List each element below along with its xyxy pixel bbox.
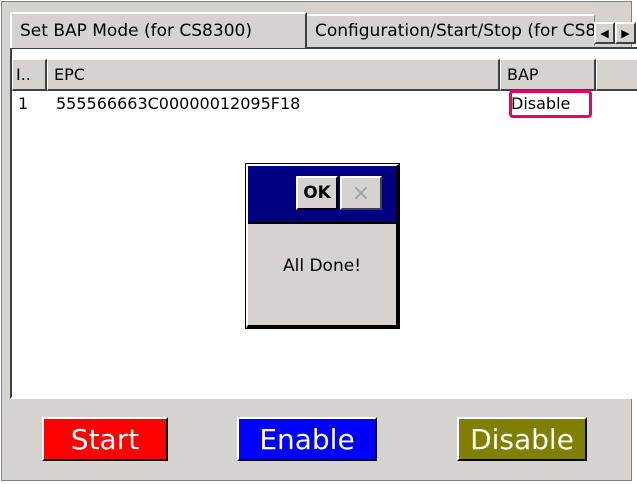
dialog-message: All Done! xyxy=(282,256,362,276)
tab-label: Configuration/Start/Stop (for CS8300) xyxy=(315,21,595,41)
close-icon: × xyxy=(351,180,371,206)
tab-label: Set BAP Mode (for CS8300) xyxy=(20,21,252,41)
close-button[interactable]: × xyxy=(340,176,382,210)
enable-button[interactable]: Enable xyxy=(237,417,377,461)
column-header-bap[interactable]: BAP xyxy=(500,59,596,91)
column-header-extra xyxy=(596,59,637,91)
dialog-title-bar: OK × xyxy=(248,166,396,224)
tab-set-bap-mode[interactable]: Set BAP Mode (for CS8300) xyxy=(10,12,307,48)
start-button[interactable]: Start xyxy=(42,417,168,461)
arrow-left-icon: ◀ xyxy=(600,26,609,40)
column-header-index[interactable]: I.. xyxy=(12,59,47,91)
tab-scroll-right-button[interactable]: ▶ xyxy=(615,22,636,44)
bap-highlight-box xyxy=(509,90,592,118)
row-index: 1 xyxy=(18,94,29,113)
row-epc: 555566663C00000012095F18 xyxy=(56,94,301,113)
tab-configuration[interactable]: Configuration/Start/Stop (for CS8300) xyxy=(307,14,595,46)
message-dialog: OK × All Done! xyxy=(245,163,400,329)
column-header-epc[interactable]: EPC xyxy=(47,59,500,91)
tab-scroll-left-button[interactable]: ◀ xyxy=(594,22,615,44)
ok-button[interactable]: OK xyxy=(296,176,338,210)
disable-button[interactable]: Disable xyxy=(457,417,587,461)
arrow-right-icon: ▶ xyxy=(621,26,630,40)
